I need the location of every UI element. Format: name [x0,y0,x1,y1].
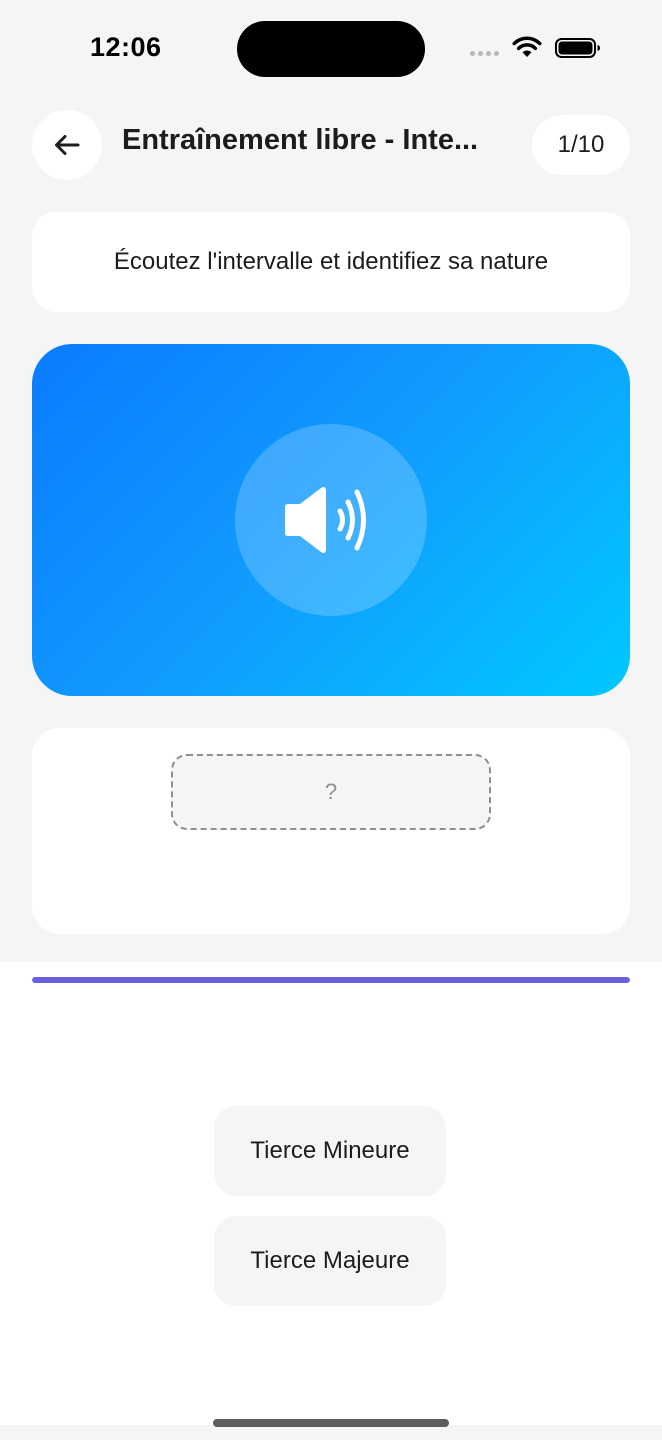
home-indicator[interactable] [213,1419,449,1427]
battery-icon [555,38,600,58]
choice-button-tierce-mineure[interactable]: Tierce Mineure [214,1106,446,1196]
home-indicator-area [0,1425,662,1440]
answer-slot[interactable]: ? [171,754,491,830]
instruction-text: Écoutez l'intervalle et identifiez sa na… [113,248,549,275]
status-bar: 12:06 [0,0,662,96]
screen: 12:06 Entraînement libre - Inte... 1/10 … [0,0,662,1440]
dynamic-island [237,21,425,77]
answer-card: ? [32,728,630,934]
status-time: 12:06 [90,32,162,62]
audio-card [32,344,630,696]
cellular-signal-icon [470,51,499,56]
speaker-wave-icon [285,487,366,553]
question-counter-badge: 1/10 [532,115,630,175]
wifi-icon [512,36,542,57]
progress-bar-fill [32,977,630,983]
back-button[interactable] [32,110,102,180]
choices-panel: Tierce Mineure Tierce Majeure [0,962,662,1425]
play-sound-button[interactable] [235,424,427,616]
page-title: Entraînement libre - Inte... [122,124,479,156]
progress-bar [32,977,630,983]
instruction-card: Écoutez l'intervalle et identifiez sa na… [32,212,630,312]
choice-button-tierce-majeure[interactable]: Tierce Majeure [214,1216,446,1306]
arrow-left-icon [55,135,80,155]
